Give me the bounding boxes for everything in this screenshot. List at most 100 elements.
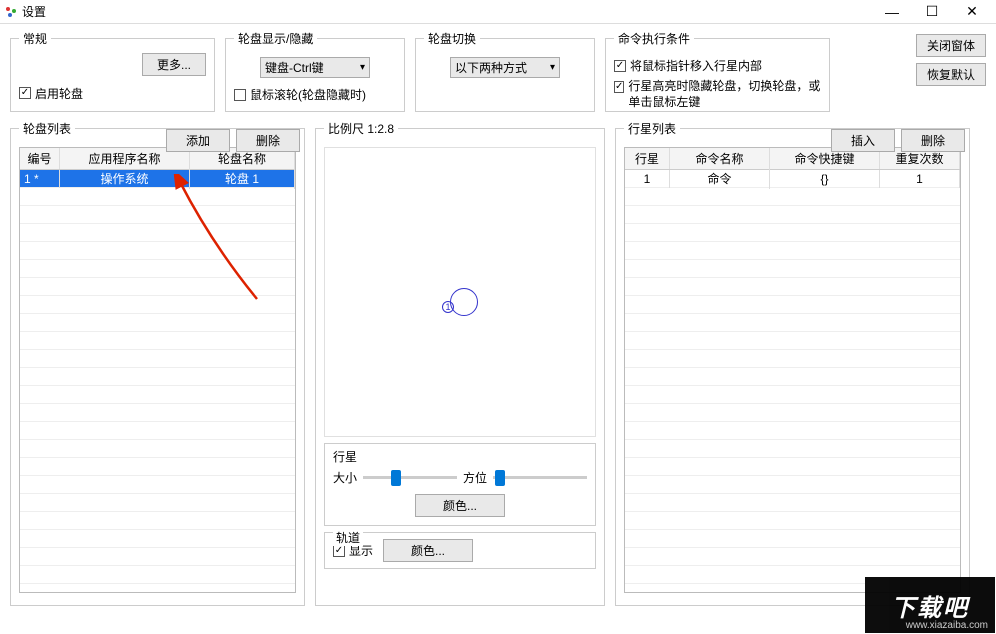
table-row[interactable] <box>20 368 295 386</box>
table-row[interactable] <box>20 404 295 422</box>
table-row[interactable] <box>625 206 960 224</box>
checkbox-icon: ✓ <box>333 545 345 557</box>
table-row[interactable] <box>625 368 960 386</box>
table-row[interactable] <box>625 350 960 368</box>
table-row[interactable] <box>625 530 960 548</box>
window-title: 设置 <box>22 3 46 20</box>
planet-settings: 行星 大小 方位 颜色... <box>324 443 596 526</box>
orbit-circle-icon <box>450 288 478 316</box>
table-row[interactable] <box>20 386 295 404</box>
switch-dropdown[interactable]: 以下两种方式 <box>450 57 560 78</box>
color-button[interactable]: 颜色... <box>415 494 505 517</box>
table-row[interactable] <box>625 386 960 404</box>
col-cmd[interactable]: 命令名称 <box>670 148 770 169</box>
planet-list-legend: 行星列表 <box>624 120 680 137</box>
table-row[interactable] <box>625 512 960 530</box>
table-row[interactable] <box>625 278 960 296</box>
table-row[interactable] <box>20 512 295 530</box>
show-dropdown[interactable]: 键盘-Ctrl键 <box>260 57 370 78</box>
planet-table: 行星 命令名称 命令快捷键 重复次数 1 命令 {} 1 <box>624 147 961 593</box>
insert-button[interactable]: 插入 <box>831 129 895 152</box>
track-color-button[interactable]: 颜色... <box>383 539 473 562</box>
condition-group: 命令执行条件 ✓ 将鼠标指针移入行星内部 ✓ 行星高亮时隐藏轮盘，切换轮盘，或单… <box>605 30 830 112</box>
enable-wheel-label: 启用轮盘 <box>35 85 83 102</box>
table-row[interactable] <box>20 476 295 494</box>
wheel-list-group: 轮盘列表 添加 删除 编号 应用程序名称 轮盘名称 1 * 操作系统 轮盘 1 <box>10 120 305 606</box>
mouse-scroll-checkbox[interactable]: 鼠标滚轮(轮盘隐藏时) <box>234 86 366 103</box>
table-row[interactable] <box>625 548 960 566</box>
table-row[interactable] <box>20 548 295 566</box>
delete-button[interactable]: 删除 <box>236 129 300 152</box>
table-row[interactable] <box>20 296 295 314</box>
table-row[interactable] <box>625 332 960 350</box>
planet-list-group: 行星列表 插入 删除 行星 命令名称 命令快捷键 重复次数 1 命令 {} 1 <box>615 120 970 606</box>
table-row[interactable] <box>625 188 960 206</box>
size-slider[interactable] <box>363 476 457 479</box>
dir-label: 方位 <box>463 469 487 486</box>
add-button[interactable]: 添加 <box>166 129 230 152</box>
table-row[interactable] <box>625 224 960 242</box>
general-legend: 常规 <box>19 30 51 47</box>
delete-planet-button[interactable]: 删除 <box>901 129 965 152</box>
restore-default-button[interactable]: 恢复默认 <box>916 63 986 86</box>
table-row[interactable] <box>625 494 960 512</box>
table-row[interactable] <box>20 566 295 584</box>
checkbox-icon: ✓ <box>614 60 626 72</box>
table-row[interactable] <box>20 278 295 296</box>
table-row[interactable] <box>20 350 295 368</box>
table-row[interactable] <box>20 242 295 260</box>
enable-wheel-checkbox[interactable]: ✓ 启用轮盘 <box>19 85 83 102</box>
close-window-button[interactable]: 关闭窗体 <box>916 34 986 57</box>
table-row[interactable] <box>20 440 295 458</box>
checkbox-icon <box>234 89 246 101</box>
table-row[interactable] <box>625 404 960 422</box>
wheel-table: 编号 应用程序名称 轮盘名称 1 * 操作系统 轮盘 1 <box>19 147 296 593</box>
table-row[interactable] <box>625 314 960 332</box>
checkbox-icon: ✓ <box>19 87 31 99</box>
dir-slider[interactable] <box>493 476 587 479</box>
table-row[interactable] <box>20 458 295 476</box>
track-label: 轨道 <box>333 529 363 546</box>
table-row[interactable] <box>625 422 960 440</box>
condition-legend: 命令执行条件 <box>614 30 694 47</box>
table-row[interactable]: 1 * 操作系统 轮盘 1 <box>20 170 295 188</box>
maximize-button[interactable]: ☐ <box>912 1 952 23</box>
close-button[interactable]: ✕ <box>952 1 992 23</box>
preview-area: 1 <box>324 147 596 437</box>
orbit-number: 1 <box>442 301 454 313</box>
track-settings: 轨道 ✓ 显示 颜色... <box>324 532 596 569</box>
show-group: 轮盘显示/隐藏 键盘-Ctrl键 鼠标滚轮(轮盘隐藏时) <box>225 30 405 112</box>
preview-legend: 比例尺 1:2.8 <box>324 120 398 137</box>
switch-legend: 轮盘切换 <box>424 30 480 47</box>
table-row[interactable] <box>625 458 960 476</box>
cond-opt2-label: 行星高亮时隐藏轮盘，切换轮盘，或单击鼠标左键 <box>628 79 821 110</box>
table-row[interactable] <box>20 188 295 206</box>
switch-group: 轮盘切换 以下两种方式 <box>415 30 595 112</box>
table-row[interactable] <box>625 242 960 260</box>
table-row[interactable] <box>20 422 295 440</box>
preview-group: 比例尺 1:2.8 1 行星 大小 方位 颜色... 轨道 <box>315 120 605 606</box>
show-legend: 轮盘显示/隐藏 <box>234 30 317 47</box>
table-row[interactable]: 1 命令 {} 1 <box>625 170 960 188</box>
col-planet[interactable]: 行星 <box>625 148 670 169</box>
minimize-button[interactable]: — <box>872 1 912 23</box>
wheel-list-legend: 轮盘列表 <box>19 120 75 137</box>
table-row[interactable] <box>625 440 960 458</box>
table-row[interactable] <box>20 494 295 512</box>
table-row[interactable] <box>20 332 295 350</box>
col-num[interactable]: 编号 <box>20 148 60 169</box>
mouse-scroll-label: 鼠标滚轮(轮盘隐藏时) <box>250 86 366 103</box>
planet-label: 行星 <box>333 448 587 465</box>
table-row[interactable] <box>20 206 295 224</box>
table-row[interactable] <box>20 260 295 278</box>
table-row[interactable] <box>625 296 960 314</box>
cond-opt1-checkbox[interactable]: ✓ 将鼠标指针移入行星内部 <box>614 57 762 74</box>
table-row[interactable] <box>625 476 960 494</box>
table-row[interactable] <box>20 530 295 548</box>
more-button[interactable]: 更多... <box>142 53 206 76</box>
size-label: 大小 <box>333 469 357 486</box>
cond-opt2-checkbox[interactable]: ✓ 行星高亮时隐藏轮盘，切换轮盘，或单击鼠标左键 <box>614 79 821 110</box>
table-row[interactable] <box>20 224 295 242</box>
table-row[interactable] <box>625 260 960 278</box>
table-row[interactable] <box>20 314 295 332</box>
